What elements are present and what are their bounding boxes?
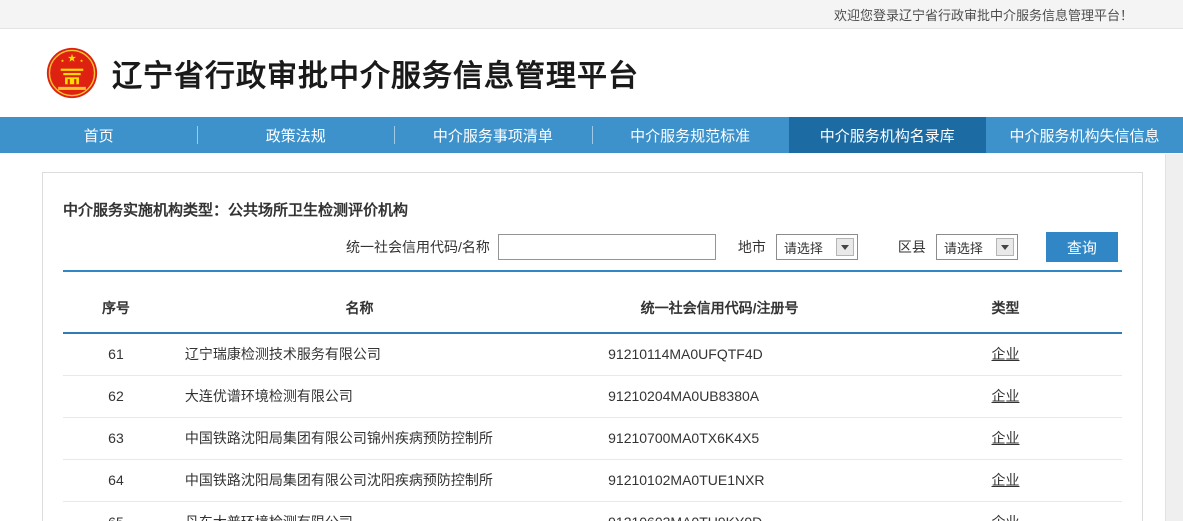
table-row: 65 丹东大普环境检测有限公司 91210603MA0TU9KY9D 企业 (63, 501, 1122, 521)
table-row: 64 中国铁路沈阳局集团有限公司沈阳疾病预防控制所 91210102MA0TUE… (63, 459, 1122, 501)
main-nav: 首页 政策法规 中介服务事项清单 中介服务规范标准 中介服务机构名录库 中介服务… (0, 117, 1183, 153)
agency-table: 序号 名称 统一社会信用代码/注册号 类型 61 辽宁瑞康检测技术服务有限公司 … (63, 272, 1122, 521)
site-header: 辽宁省行政审批中介服务信息管理平台 (0, 29, 1183, 117)
row-code: 91210603MA0TU9KY9D (550, 501, 889, 521)
type-link[interactable]: 企业 (992, 430, 1020, 446)
row-name: 中国铁路沈阳局集团有限公司沈阳疾病预防控制所 (169, 459, 550, 501)
row-type: 企业 (889, 375, 1122, 417)
row-code: 91210700MA0TX6K4X5 (550, 417, 889, 459)
table-row: 63 中国铁路沈阳局集团有限公司锦州疾病预防控制所 91210700MA0TX6… (63, 417, 1122, 459)
search-filter-row: 统一社会信用代码/名称 地市 请选择 区县 请选择 查询 (63, 232, 1122, 262)
type-link[interactable]: 企业 (992, 514, 1020, 521)
col-header-code: 统一社会信用代码/注册号 (550, 272, 889, 333)
table-row: 61 辽宁瑞康检测技术服务有限公司 91210114MA0UFQTF4D 企业 (63, 333, 1122, 375)
table-row: 62 大连优谱环境检测有限公司 91210204MA0UB8380A 企业 (63, 375, 1122, 417)
nav-item-service-list[interactable]: 中介服务事项清单 (394, 117, 591, 153)
row-code: 91210102MA0TUE1NXR (550, 459, 889, 501)
chevron-down-icon[interactable] (996, 238, 1014, 256)
type-link[interactable]: 企业 (992, 388, 1020, 404)
nav-item-standards[interactable]: 中介服务规范标准 (592, 117, 789, 153)
code-name-label: 统一社会信用代码/名称 (346, 237, 490, 257)
section-title: 中介服务实施机构类型：公共场所卫生检测评价机构 (63, 199, 1122, 220)
row-no: 61 (63, 333, 169, 375)
col-header-no: 序号 (63, 272, 169, 333)
row-type: 企业 (889, 333, 1122, 375)
chevron-down-icon[interactable] (836, 238, 854, 256)
row-code: 91210204MA0UB8380A (550, 375, 889, 417)
site-title: 辽宁省行政审批中介服务信息管理平台 (112, 51, 639, 95)
nav-item-agency-directory[interactable]: 中介服务机构名录库 (789, 117, 986, 153)
row-no: 63 (63, 417, 169, 459)
type-link[interactable]: 企业 (992, 346, 1020, 362)
nav-item-policies[interactable]: 政策法规 (197, 117, 394, 153)
national-emblem-icon (46, 47, 98, 99)
row-no: 64 (63, 459, 169, 501)
row-name: 辽宁瑞康检测技术服务有限公司 (169, 333, 550, 375)
welcome-text: 欢迎您登录辽宁省行政审批中介服务信息管理平台！ (834, 5, 1133, 24)
nav-item-home[interactable]: 首页 (0, 117, 197, 153)
page: 欢迎您登录辽宁省行政审批中介服务信息管理平台！ 辽宁省行政审批中介服务信息管理平… (0, 0, 1183, 521)
welcome-bar: 欢迎您登录辽宁省行政审批中介服务信息管理平台！ (0, 0, 1183, 29)
row-type: 企业 (889, 459, 1122, 501)
row-code: 91210114MA0UFQTF4D (550, 333, 889, 375)
scrollbar-track[interactable] (1165, 154, 1183, 521)
county-select[interactable]: 请选择 (936, 234, 1018, 260)
row-name: 中国铁路沈阳局集团有限公司锦州疾病预防控制所 (169, 417, 550, 459)
content-panel: 中介服务实施机构类型：公共场所卫生检测评价机构 统一社会信用代码/名称 地市 请… (42, 172, 1143, 521)
code-name-input[interactable] (498, 234, 716, 260)
county-select-value: 请选择 (944, 238, 983, 257)
row-name: 丹东大普环境检测有限公司 (169, 501, 550, 521)
county-label: 区县 (898, 237, 926, 257)
city-label: 地市 (738, 237, 766, 257)
city-select[interactable]: 请选择 (776, 234, 858, 260)
col-header-type: 类型 (889, 272, 1122, 333)
row-name: 大连优谱环境检测有限公司 (169, 375, 550, 417)
nav-item-dishonesty-info[interactable]: 中介服务机构失信信息 (986, 117, 1183, 153)
row-type: 企业 (889, 501, 1122, 521)
col-header-name: 名称 (169, 272, 550, 333)
row-no: 65 (63, 501, 169, 521)
city-select-value: 请选择 (784, 238, 823, 257)
table-header-row: 序号 名称 统一社会信用代码/注册号 类型 (63, 272, 1122, 333)
search-button[interactable]: 查询 (1046, 232, 1118, 262)
row-type: 企业 (889, 417, 1122, 459)
type-link[interactable]: 企业 (992, 472, 1020, 488)
row-no: 62 (63, 375, 169, 417)
